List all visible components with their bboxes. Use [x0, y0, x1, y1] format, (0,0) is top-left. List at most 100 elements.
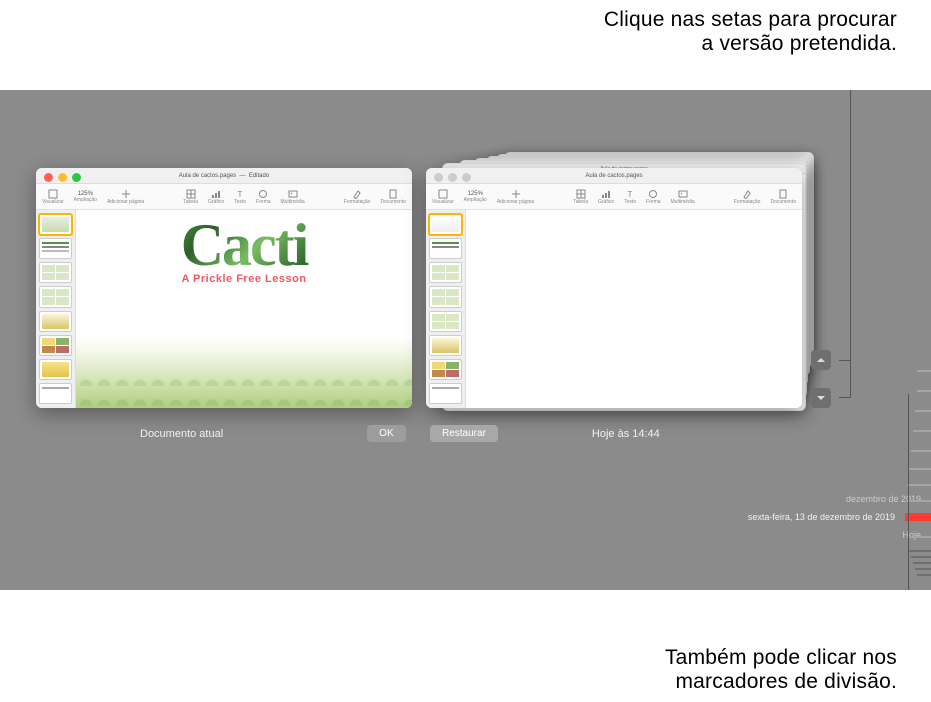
- toolbar-document[interactable]: Documento: [380, 189, 406, 205]
- timeline-tick[interactable]: [911, 556, 931, 558]
- titlebar-right: Aula de cactos.pages: [426, 168, 802, 184]
- close-icon[interactable]: [44, 173, 53, 182]
- page-thumb-6[interactable]: [39, 335, 72, 356]
- callout-bottom-line1: Também pode clicar nos: [665, 646, 897, 670]
- page-thumbnails-left[interactable]: [36, 210, 76, 408]
- current-document-window: Aula de cactos.pages — Editado Visualiza…: [36, 168, 412, 408]
- version-timeline[interactable]: dezembro de 2019 sexta-feira, 13 de deze…: [871, 250, 931, 590]
- page-thumb-3[interactable]: [39, 262, 72, 283]
- toolbar-chart[interactable]: Gráfico: [208, 189, 224, 205]
- toolbar-addpage-label: Adicionar página: [107, 199, 144, 205]
- toolbar-document[interactable]: Documento: [770, 189, 796, 205]
- timeline-tick[interactable]: [915, 568, 931, 570]
- toolbar-addpage-label: Adicionar página: [497, 199, 534, 205]
- toolbar-media[interactable]: Multimédia: [281, 189, 305, 205]
- page-thumb-1[interactable]: [39, 214, 72, 235]
- page-thumb-3[interactable]: [429, 262, 462, 283]
- toolbar-format-label: Formatação: [734, 199, 761, 205]
- page-thumb-8[interactable]: [39, 383, 72, 404]
- version-doc-footer: Restaurar Hoje às 14:44: [430, 425, 660, 442]
- timeline-month-label: dezembro de 2019: [846, 494, 921, 504]
- timeline-tick[interactable]: [917, 390, 931, 392]
- timeline-tick[interactable]: [917, 370, 931, 372]
- page-thumbnails-right[interactable]: [426, 210, 466, 408]
- page-thumb-4[interactable]: [429, 286, 462, 307]
- svg-text:T: T: [628, 190, 633, 199]
- timeline-tick[interactable]: [909, 468, 931, 470]
- timeline-tick[interactable]: [909, 550, 931, 552]
- toolbar-chart-label: Gráfico: [598, 199, 614, 205]
- page-thumb-5[interactable]: [39, 311, 72, 332]
- time-machine-stage: Aula de cactos.pages Aula de cactos.page…: [0, 90, 931, 590]
- toolbar-format[interactable]: Formatação: [344, 189, 371, 205]
- restore-button[interactable]: Restaurar: [430, 425, 498, 442]
- window-traffic-lights[interactable]: [44, 173, 81, 182]
- timeline-tick[interactable]: [913, 430, 931, 432]
- zoom-icon: [462, 173, 471, 182]
- timeline-tick[interactable]: [909, 500, 931, 502]
- timeline-tick[interactable]: [911, 450, 931, 452]
- toolbar-format[interactable]: Formatação: [734, 189, 761, 205]
- toolbar-zoom[interactable]: 125%Ampliação: [464, 191, 487, 203]
- toolbar-document-label: Documento: [380, 199, 406, 205]
- page-thumb-1[interactable]: [429, 214, 462, 235]
- page-canvas-right: [466, 210, 802, 408]
- toolbar-text-label: Texto: [234, 199, 246, 205]
- titlebar-left: Aula de cactos.pages — Editado: [36, 168, 412, 184]
- version-timestamp: Hoje às 14:44: [592, 428, 660, 440]
- toolbar-chart[interactable]: Gráfico: [598, 189, 614, 205]
- page-thumb-2[interactable]: [39, 238, 72, 259]
- toolbar-chart-label: Gráfico: [208, 199, 224, 205]
- timeline-selected-label: sexta-feira, 13 de dezembro de 2019: [748, 512, 895, 522]
- toolbar-table-label: Tabela: [183, 199, 198, 205]
- heading-word: Cacti: [96, 220, 392, 271]
- timeline-tick[interactable]: [907, 484, 931, 486]
- toolbar-table[interactable]: Tabela: [573, 189, 588, 205]
- page-thumb-7[interactable]: [429, 359, 462, 380]
- timeline-tick[interactable]: [913, 562, 931, 564]
- toolbar-zoom[interactable]: 125%Ampliação: [74, 191, 97, 203]
- timeline-tick[interactable]: [915, 410, 931, 412]
- callout-top-line2: a versão pretendida.: [604, 32, 897, 56]
- toolbar-media-label: Multimédia: [671, 199, 695, 205]
- window-title-left: Aula de cactos.pages — Editado: [36, 168, 412, 184]
- page-thumb-4[interactable]: [39, 286, 72, 307]
- page-thumb-5[interactable]: [429, 311, 462, 332]
- toolbar-shape-label: Forma: [256, 199, 270, 205]
- close-icon: [434, 173, 443, 182]
- current-doc-footer: Documento atual OK: [140, 425, 406, 442]
- toolbar-shape-label: Forma: [646, 199, 660, 205]
- callout-bottom: Também pode clicar nos marcadores de div…: [665, 646, 897, 694]
- current-doc-label: Documento atual: [140, 428, 223, 440]
- toolbar-addpage[interactable]: Adicionar página: [497, 189, 534, 205]
- toolbar-right: Visualizar 125%Ampliação Adicionar págin…: [426, 184, 802, 210]
- toolbar-view[interactable]: Visualizar: [42, 189, 64, 205]
- hero-background: [76, 338, 412, 408]
- timeline-tick[interactable]: [917, 574, 931, 576]
- page-thumb-7[interactable]: [39, 359, 72, 380]
- toolbar-addpage[interactable]: Adicionar página: [107, 189, 144, 205]
- toolbar-table[interactable]: Tabela: [183, 189, 198, 205]
- toolbar-text[interactable]: TTexto: [624, 189, 636, 205]
- toolbar-zoom-label: Ampliação: [74, 197, 97, 203]
- page-thumb-8[interactable]: [429, 383, 462, 404]
- page-thumb-6[interactable]: [429, 335, 462, 356]
- toolbar-view[interactable]: Visualizar: [432, 189, 454, 205]
- toolbar-shape[interactable]: Forma: [646, 189, 660, 205]
- subtitle-text: A Prickle Free Lesson: [96, 273, 392, 285]
- version-nav-up[interactable]: [811, 350, 831, 370]
- zoom-icon[interactable]: [72, 173, 81, 182]
- callout-leader-top: [850, 90, 851, 368]
- timeline-today-label: Hoje: [902, 530, 921, 540]
- page-thumb-2[interactable]: [429, 238, 462, 259]
- toolbar-media[interactable]: Multimédia: [671, 189, 695, 205]
- timeline-tick[interactable]: [913, 536, 931, 538]
- toolbar-shape[interactable]: Forma: [256, 189, 270, 205]
- version-nav-down[interactable]: [811, 388, 831, 408]
- toolbar-text[interactable]: TTexto: [234, 189, 246, 205]
- toolbar-view-label: Visualizar: [432, 199, 454, 205]
- done-button[interactable]: OK: [367, 425, 405, 442]
- callout-bottom-line2: marcadores de divisão.: [665, 670, 897, 694]
- version-document-window: Aula de cactos.pages Visualizar 125%Ampl…: [426, 168, 802, 408]
- minimize-icon[interactable]: [58, 173, 67, 182]
